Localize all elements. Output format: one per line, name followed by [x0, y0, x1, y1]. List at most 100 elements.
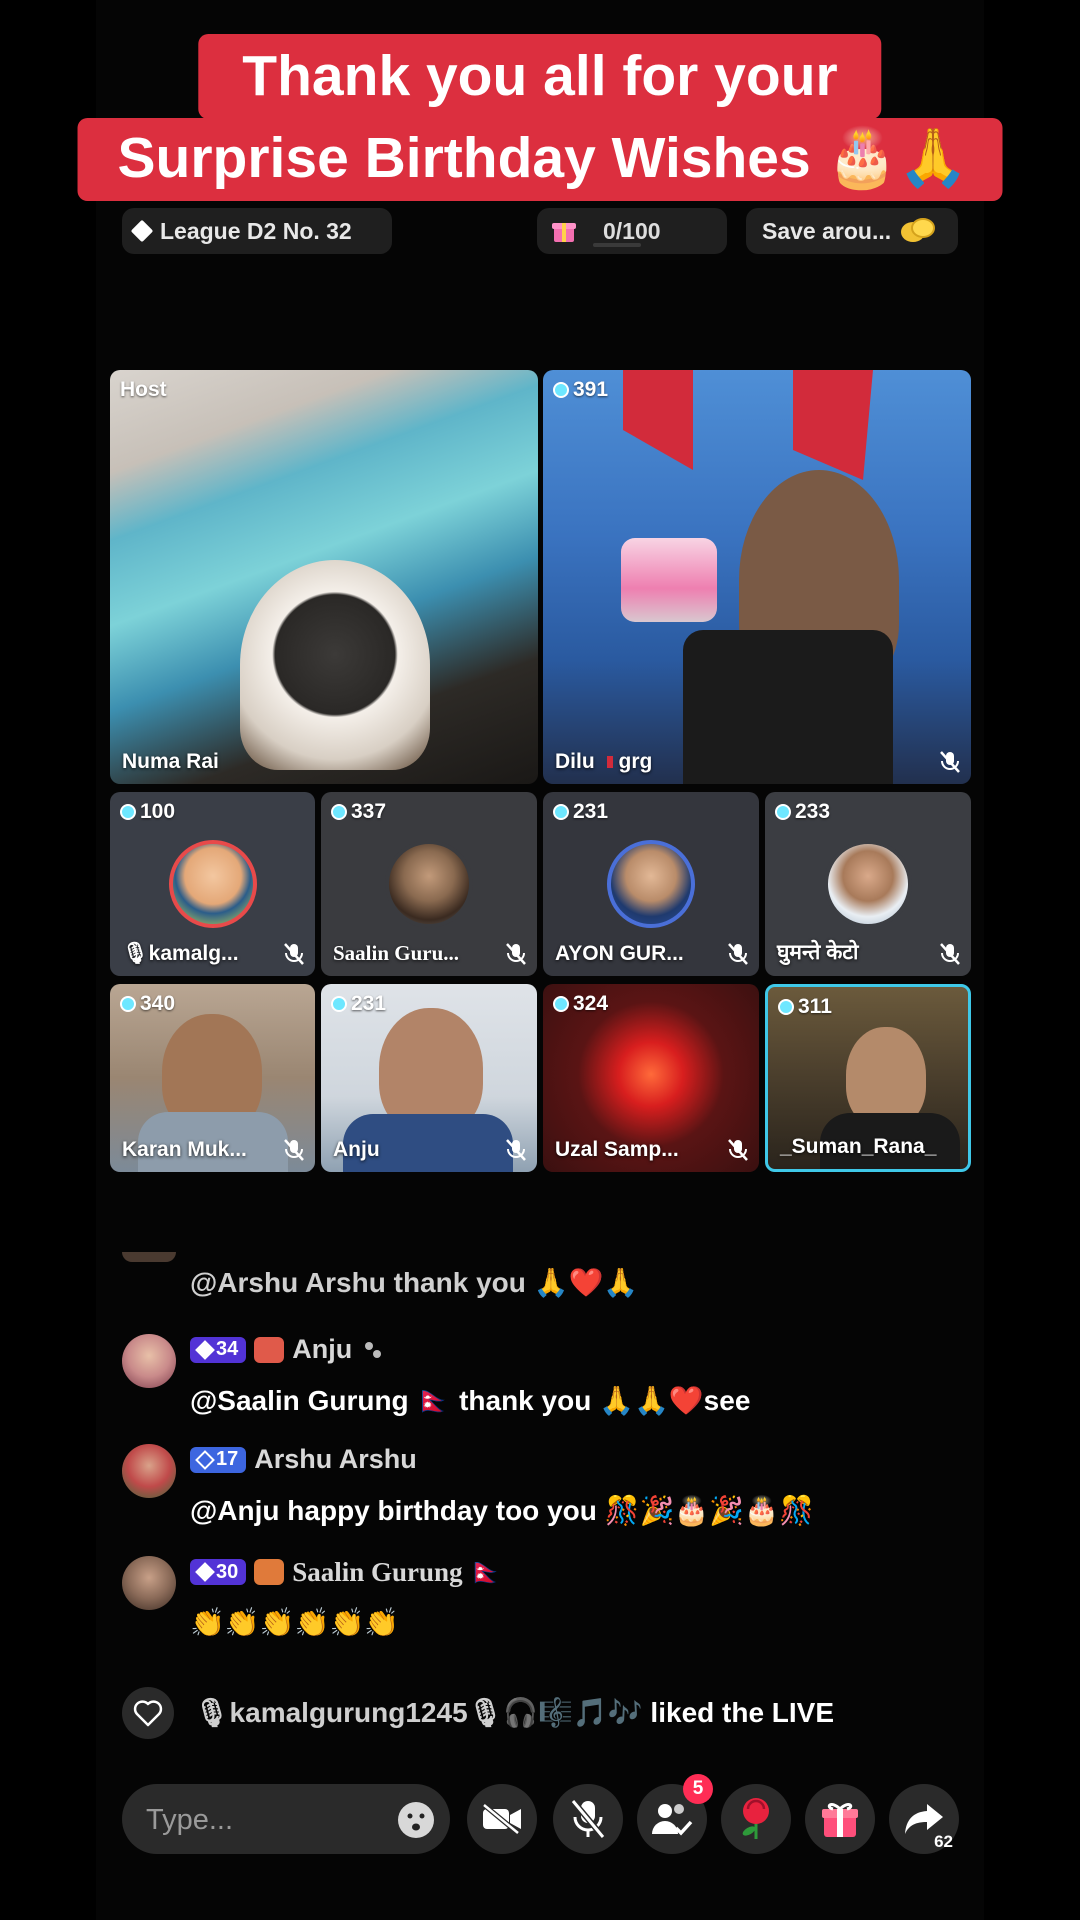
guest-tile-7[interactable]: 324 Uzal Samp...	[543, 984, 759, 1172]
person-image	[846, 1027, 926, 1127]
goal-pill[interactable]: 0/100	[537, 208, 727, 254]
chat-header: 34 Anju	[190, 1334, 386, 1365]
league-label: League D2 No. 32	[160, 217, 352, 244]
guest-tile-3[interactable]: 231 AYON GUR...	[543, 792, 759, 976]
gift-icon	[822, 1803, 858, 1837]
comment-input[interactable]: Type...	[122, 1784, 450, 1854]
guest-avatar	[168, 840, 257, 928]
guest-viewer-badge: 233	[775, 800, 830, 824]
diamond-icon	[195, 1562, 215, 1582]
banner-line-2: Surprise Birthday Wishes 🎂🙏	[77, 118, 1003, 201]
chat-avatar	[122, 1252, 176, 1262]
chat-username[interactable]: Arshu Arshu	[254, 1444, 417, 1475]
mic-muted-icon	[728, 1139, 748, 1161]
camera-off-button[interactable]	[467, 1784, 537, 1854]
birthday-cake-image	[240, 560, 430, 770]
friends-icon	[365, 1341, 382, 1358]
chat-avatar[interactable]	[122, 1444, 176, 1498]
mic-muted-icon	[284, 1139, 304, 1161]
banner-line-1: Thank you all for your	[198, 34, 882, 119]
chat-avatar[interactable]	[122, 1334, 176, 1388]
guest-count: 231	[351, 992, 387, 1015]
viewer-dot-icon	[331, 804, 347, 820]
guest-count: 337	[351, 800, 387, 823]
chat-username[interactable]: Anju	[292, 1334, 352, 1365]
guest-viewer-badge: 231	[331, 992, 386, 1016]
chat-text: @Arshu Arshu thank you 🙏❤️🙏	[190, 1267, 639, 1298]
mic-muted-icon	[284, 943, 304, 965]
cohost-count: 391	[573, 378, 609, 401]
guest-viewer-badge: 231	[553, 800, 608, 824]
people-check-icon	[652, 1804, 693, 1836]
coin-icon	[901, 218, 936, 242]
comment-placeholder: Type...	[146, 1804, 234, 1836]
diamond-icon	[130, 219, 154, 243]
guest-tile-8[interactable]: 311 _Suman_Rana_	[765, 984, 971, 1172]
level-number: 34	[216, 1338, 239, 1360]
guest-tile-6[interactable]: 231 Anju	[321, 984, 537, 1172]
viewer-dot-icon	[331, 996, 347, 1012]
like-button[interactable]	[122, 1687, 174, 1739]
cohost-name-suffix: grg	[618, 750, 653, 773]
level-number: 30	[216, 1560, 239, 1583]
guest-tile-1[interactable]: 100 🎙kamalg...	[110, 792, 315, 976]
chat-text: @Anju happy birthday too you 🎊🎉🎂🎉🎂🎊	[190, 1495, 814, 1526]
chat-header: 30 Saalin Gurung 🇳🇵	[190, 1556, 503, 1588]
liked-text: liked the LIVE	[642, 1697, 835, 1728]
viewer-dot-icon	[120, 996, 136, 1012]
league-pill[interactable]: League D2 No. 32	[122, 208, 392, 254]
guest-name: 🎙kamalg...	[122, 942, 239, 965]
rose-icon	[742, 1798, 769, 1839]
guest-count: 311	[798, 995, 832, 1018]
host-name: Numa Rai	[122, 750, 219, 773]
viewer-dot-icon	[120, 804, 136, 820]
guest-viewer-badge: 100	[120, 800, 175, 824]
guest-name: घुमन्ते केटो	[777, 941, 859, 964]
level-badge: 34	[190, 1336, 247, 1363]
guest-count: 231	[573, 800, 609, 823]
guest-viewer-badge: 340	[120, 992, 175, 1016]
chat-username[interactable]: Saalin Gurung 🇳🇵	[292, 1556, 503, 1588]
viewer-dot-icon	[553, 804, 569, 820]
chat-text: @Saalin Gurung 🇳🇵 thank you 🙏🙏❤️see	[190, 1385, 751, 1416]
liked-username[interactable]: 🎙kamalgurung1245🎙🎧🎼🎵🎶	[194, 1697, 643, 1728]
guest-name: Anju	[333, 1138, 380, 1161]
guest-tile-4[interactable]: 233 घुमन्ते केटो	[765, 792, 971, 976]
cohost-name: Dilu grg	[555, 750, 652, 774]
cohost-video-tile[interactable]: 391 Dilu grg	[543, 370, 971, 784]
level-number: 17	[216, 1448, 239, 1470]
host-video-tile[interactable]: Host Numa Rai	[110, 370, 538, 784]
camera-off-icon	[482, 1803, 521, 1835]
share-button[interactable]: 62	[889, 1784, 959, 1854]
guest-tile-5[interactable]: 340 Karan Muk...	[110, 984, 315, 1172]
save-pill[interactable]: Save arou...	[746, 208, 958, 254]
cohost-viewer-badge: 391	[553, 378, 608, 402]
chat-text: 👏👏👏👏👏👏	[190, 1607, 400, 1638]
guest-name: Saalin Guru...	[333, 941, 460, 965]
heart-outline-icon	[133, 1700, 163, 1727]
requests-count-badge: 5	[683, 1774, 713, 1804]
flag-decoration	[623, 370, 873, 480]
shirt-image	[683, 630, 893, 784]
guest-viewer-badge: 311	[778, 995, 832, 1019]
diamond-icon	[195, 1449, 215, 1470]
mic-off-icon	[570, 1799, 606, 1839]
chat-avatar[interactable]	[122, 1556, 176, 1610]
gift-button[interactable]	[805, 1784, 875, 1854]
emoji-icon[interactable]	[396, 1800, 436, 1840]
mic-off-button[interactable]	[553, 1784, 623, 1854]
guest-tile-2[interactable]: 337 Saalin Guru...	[321, 792, 537, 976]
mic-muted-icon	[940, 751, 960, 773]
viewer-dot-icon	[778, 999, 794, 1015]
diamond-icon	[195, 1339, 215, 1360]
guest-count: 324	[573, 992, 609, 1015]
guest-requests-button[interactable]: 5	[637, 1774, 713, 1854]
guest-name: AYON GUR...	[555, 942, 684, 965]
guest-name: _Suman_Rana_	[780, 1135, 937, 1158]
goal-progress-text: 0/100	[603, 217, 661, 244]
viewer-dot-icon	[775, 804, 791, 820]
viewer-dot-icon	[553, 996, 569, 1012]
mic-muted-icon	[940, 943, 960, 965]
rose-gift-button[interactable]	[721, 1784, 791, 1854]
guest-avatar	[385, 840, 473, 928]
